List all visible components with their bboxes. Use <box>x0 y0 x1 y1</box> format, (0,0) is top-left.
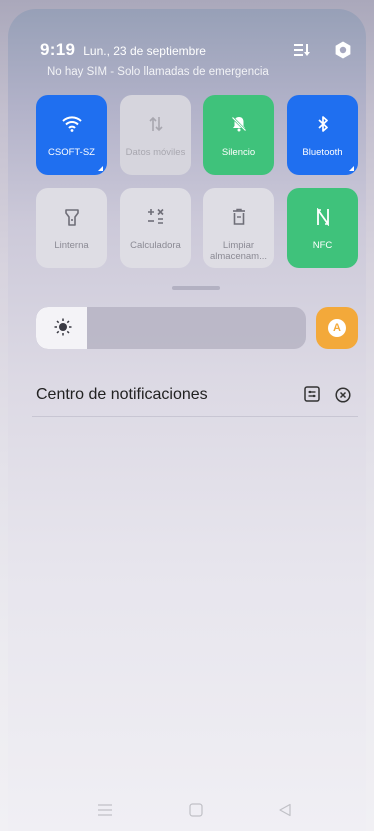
tile-label: Limpiar almacenam... <box>209 240 268 262</box>
tile-label: Datos móviles <box>125 147 186 158</box>
navigation-bar <box>0 797 374 831</box>
auto-brightness-button[interactable]: A <box>316 307 358 349</box>
notification-center-title: Centro de notificaciones <box>36 386 208 403</box>
status-header: 9:19 Lun., 23 de septiembre <box>40 40 206 60</box>
bluetooth-icon <box>287 113 358 135</box>
tile-wifi[interactable]: CSOFT-SZ <box>36 95 107 175</box>
calculator-icon <box>120 206 191 228</box>
tile-clean-storage[interactable]: Limpiar almacenam... <box>203 188 274 268</box>
flashlight-icon <box>36 206 107 228</box>
edit-tiles-icon[interactable] <box>294 43 310 57</box>
silent-icon <box>203 113 274 135</box>
brightness-slider[interactable] <box>36 307 306 349</box>
tile-label: Calculadora <box>130 240 181 251</box>
tile-label: Silencio <box>221 147 256 158</box>
mobile-data-icon <box>120 113 191 135</box>
tile-label: CSOFT-SZ <box>48 147 95 158</box>
wifi-icon <box>36 113 107 135</box>
tile-nfc[interactable]: NFC <box>287 188 358 268</box>
sun-icon <box>54 318 72 341</box>
clock: 9:19 <box>40 40 76 59</box>
back-nav-icon[interactable] <box>278 803 292 822</box>
clear-notifications-icon[interactable] <box>335 387 351 408</box>
expand-corner-icon <box>98 166 103 171</box>
manage-notifications-icon[interactable] <box>304 386 320 407</box>
tile-calculator[interactable]: Calculadora <box>120 188 191 268</box>
settings-gear-icon[interactable] <box>334 41 352 59</box>
tile-label: Bluetooth <box>302 147 343 158</box>
tile-silent[interactable]: Silencio <box>203 95 274 175</box>
trash-icon <box>203 206 274 228</box>
nfc-icon <box>287 206 358 228</box>
tile-label: Linterna <box>54 240 89 251</box>
date: Lun., 23 de septiembre <box>83 44 206 58</box>
home-nav-icon[interactable] <box>189 803 203 822</box>
tile-mobile-data[interactable]: Datos móviles <box>120 95 191 175</box>
menu-nav-icon[interactable] <box>98 803 112 821</box>
tile-label: NFC <box>312 240 333 251</box>
panel-drag-handle[interactable] <box>172 286 220 290</box>
auto-brightness-icon: A <box>328 319 346 337</box>
divider <box>32 416 358 417</box>
tile-bluetooth[interactable]: Bluetooth <box>287 95 358 175</box>
tile-flashlight[interactable]: Linterna <box>36 188 107 268</box>
sim-status: No hay SIM - Solo llamadas de emergencia <box>47 66 269 78</box>
expand-corner-icon <box>349 166 354 171</box>
